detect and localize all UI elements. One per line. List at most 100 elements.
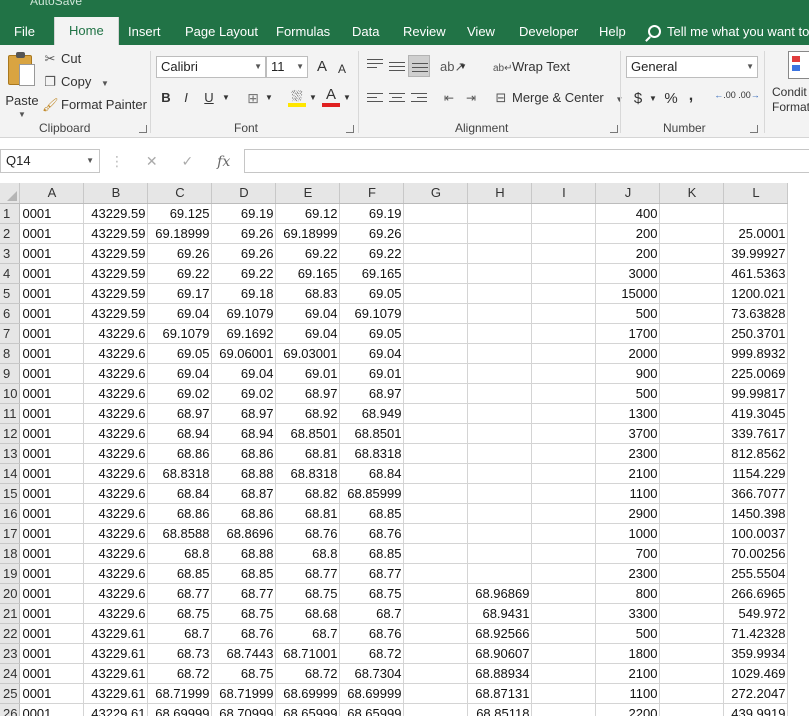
chevron-down-icon[interactable]: ▼ bbox=[648, 88, 658, 110]
increase-decimal-button[interactable]: ←.00 bbox=[714, 88, 736, 110]
cell-j26[interactable]: 2200 bbox=[595, 703, 661, 716]
align-center-icon[interactable] bbox=[389, 93, 405, 105]
paste-button[interactable]: Paste ▼ bbox=[4, 52, 39, 123]
cell-a12[interactable]: 0001 bbox=[19, 423, 85, 444]
cell-l19[interactable]: 255.5504 bbox=[723, 563, 789, 584]
cell-k1[interactable] bbox=[659, 203, 725, 224]
cell-g13[interactable] bbox=[403, 443, 469, 464]
cell-j2[interactable]: 200 bbox=[595, 223, 661, 244]
cell-h25[interactable]: 68.87131 bbox=[467, 683, 533, 704]
cell-d10[interactable]: 69.02 bbox=[211, 383, 277, 404]
cell-e5[interactable]: 68.83 bbox=[275, 283, 341, 304]
cell-h23[interactable]: 68.90607 bbox=[467, 643, 533, 664]
cell-g8[interactable] bbox=[403, 343, 469, 364]
row-header[interactable]: 9 bbox=[0, 363, 21, 384]
cell-j11[interactable]: 1300 bbox=[595, 403, 661, 424]
cell-l24[interactable]: 1029.469 bbox=[723, 663, 789, 684]
tab-review[interactable]: Review bbox=[401, 20, 448, 45]
cell-k11[interactable] bbox=[659, 403, 725, 424]
cell-j15[interactable]: 1100 bbox=[595, 483, 661, 504]
font-family-select[interactable]: Calibri ▼ bbox=[156, 56, 266, 78]
cell-e6[interactable]: 69.04 bbox=[275, 303, 341, 324]
cell-h20[interactable]: 68.96869 bbox=[467, 583, 533, 604]
cell-l14[interactable]: 1154.229 bbox=[723, 463, 789, 484]
cell-k20[interactable] bbox=[659, 583, 725, 604]
cell-e21[interactable]: 68.68 bbox=[275, 603, 341, 624]
cell-d7[interactable]: 69.1692 bbox=[211, 323, 277, 344]
column-header-i[interactable]: I bbox=[531, 183, 597, 204]
cell-d19[interactable]: 68.85 bbox=[211, 563, 277, 584]
cell-l4[interactable]: 461.5363 bbox=[723, 263, 789, 284]
cell-j25[interactable]: 1100 bbox=[595, 683, 661, 704]
cell-c25[interactable]: 68.71999 bbox=[147, 683, 213, 704]
cell-j20[interactable]: 800 bbox=[595, 583, 661, 604]
cell-f7[interactable]: 69.05 bbox=[339, 323, 405, 344]
cell-a2[interactable]: 0001 bbox=[19, 223, 85, 244]
cell-l1[interactable] bbox=[723, 203, 789, 224]
row-header[interactable]: 21 bbox=[0, 603, 21, 624]
cell-g7[interactable] bbox=[403, 323, 469, 344]
cell-b25[interactable]: 43229.61 bbox=[83, 683, 149, 704]
cell-a17[interactable]: 0001 bbox=[19, 523, 85, 544]
cell-b22[interactable]: 43229.61 bbox=[83, 623, 149, 644]
cell-g19[interactable] bbox=[403, 563, 469, 584]
cell-j17[interactable]: 1000 bbox=[595, 523, 661, 544]
cell-k26[interactable] bbox=[659, 703, 725, 716]
cell-i2[interactable] bbox=[531, 223, 597, 244]
cell-d16[interactable]: 68.86 bbox=[211, 503, 277, 524]
cell-b21[interactable]: 43229.6 bbox=[83, 603, 149, 624]
font-size-select[interactable]: 11 ▼ bbox=[266, 56, 308, 78]
tab-view[interactable]: View bbox=[465, 20, 497, 45]
decrease-indent-icon[interactable]: ⇤ bbox=[440, 87, 458, 109]
cell-e8[interactable]: 69.03001 bbox=[275, 343, 341, 364]
cell-f18[interactable]: 68.85 bbox=[339, 543, 405, 564]
cell-j6[interactable]: 500 bbox=[595, 303, 661, 324]
cell-e14[interactable]: 68.8318 bbox=[275, 463, 341, 484]
cell-g22[interactable] bbox=[403, 623, 469, 644]
cell-g17[interactable] bbox=[403, 523, 469, 544]
cell-g5[interactable] bbox=[403, 283, 469, 304]
cell-g14[interactable] bbox=[403, 463, 469, 484]
tab-data[interactable]: Data bbox=[350, 20, 381, 45]
cell-g16[interactable] bbox=[403, 503, 469, 524]
cell-d11[interactable]: 68.97 bbox=[211, 403, 277, 424]
cell-l18[interactable]: 70.00256 bbox=[723, 543, 789, 564]
number-format-select[interactable]: General ▼ bbox=[626, 56, 758, 78]
cell-l16[interactable]: 1450.398 bbox=[723, 503, 789, 524]
cell-c5[interactable]: 69.17 bbox=[147, 283, 213, 304]
cell-c17[interactable]: 68.8588 bbox=[147, 523, 213, 544]
cell-d14[interactable]: 68.88 bbox=[211, 463, 277, 484]
chevron-down-icon[interactable]: ▼ bbox=[264, 87, 274, 109]
tab-home[interactable]: Home bbox=[54, 17, 119, 45]
cell-g25[interactable] bbox=[403, 683, 469, 704]
cell-f3[interactable]: 69.22 bbox=[339, 243, 405, 264]
cell-j14[interactable]: 2100 bbox=[595, 463, 661, 484]
cell-d8[interactable]: 69.06001 bbox=[211, 343, 277, 364]
cell-g3[interactable] bbox=[403, 243, 469, 264]
cell-d3[interactable]: 69.26 bbox=[211, 243, 277, 264]
cell-h18[interactable] bbox=[467, 543, 533, 564]
cell-i13[interactable] bbox=[531, 443, 597, 464]
row-header[interactable]: 5 bbox=[0, 283, 21, 304]
cell-d26[interactable]: 68.70999 bbox=[211, 703, 277, 716]
cell-a26[interactable]: 0001 bbox=[19, 703, 85, 716]
chevron-down-icon[interactable]: ▼ bbox=[342, 87, 352, 109]
cell-l20[interactable]: 266.6965 bbox=[723, 583, 789, 604]
cell-b2[interactable]: 43229.59 bbox=[83, 223, 149, 244]
cell-l23[interactable]: 359.9934 bbox=[723, 643, 789, 664]
cell-d22[interactable]: 68.76 bbox=[211, 623, 277, 644]
increase-indent-icon[interactable]: ⇥ bbox=[462, 87, 480, 109]
autosave-label[interactable]: AutoSave bbox=[30, 0, 82, 8]
cell-j18[interactable]: 700 bbox=[595, 543, 661, 564]
row-header[interactable]: 1 bbox=[0, 203, 21, 224]
font-color-icon[interactable]: A bbox=[322, 85, 340, 107]
cell-b8[interactable]: 43229.6 bbox=[83, 343, 149, 364]
cell-c8[interactable]: 69.05 bbox=[147, 343, 213, 364]
cell-d18[interactable]: 68.88 bbox=[211, 543, 277, 564]
cell-h16[interactable] bbox=[467, 503, 533, 524]
cell-h17[interactable] bbox=[467, 523, 533, 544]
cell-a6[interactable]: 0001 bbox=[19, 303, 85, 324]
top-align-icon[interactable] bbox=[367, 59, 383, 71]
cell-c10[interactable]: 69.02 bbox=[147, 383, 213, 404]
cell-j19[interactable]: 2300 bbox=[595, 563, 661, 584]
